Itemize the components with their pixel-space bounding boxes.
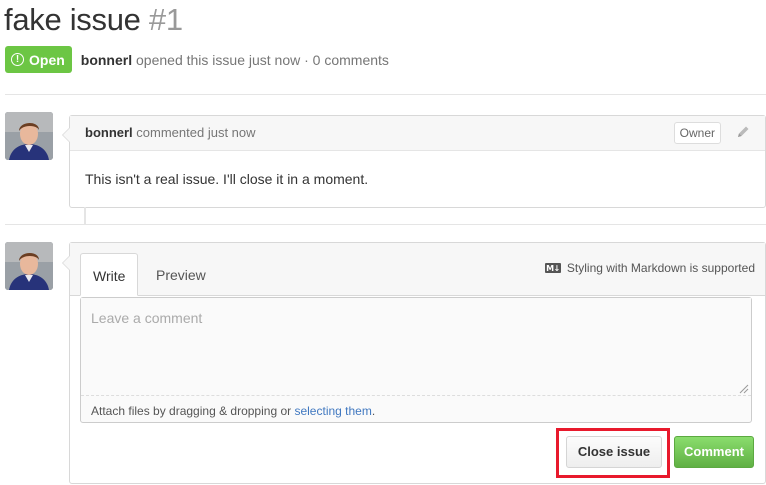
status-label: Open bbox=[29, 51, 65, 68]
highlight-box bbox=[556, 428, 670, 478]
avatar[interactable] bbox=[5, 242, 53, 290]
issue-state-row: ! Open bonnerl opened this issue just no… bbox=[5, 46, 389, 73]
markdown-icon: M↓ bbox=[544, 263, 561, 273]
issue-title-heading: fake issue #1 bbox=[4, 0, 183, 40]
avatar[interactable] bbox=[5, 112, 53, 160]
attach-suffix: . bbox=[371, 404, 376, 418]
avatar-image bbox=[5, 112, 53, 160]
form-tabnav: Write Preview M↓ Styling with Markdown i… bbox=[70, 243, 765, 296]
comment-pointer bbox=[62, 127, 70, 143]
comment-author-link[interactable]: bonnerl bbox=[85, 125, 133, 140]
pencil-icon[interactable] bbox=[735, 124, 751, 140]
issue-meta-text: opened this issue just now · 0 comments bbox=[136, 51, 389, 68]
markdown-note[interactable]: M↓ Styling with Markdown is supported bbox=[544, 261, 755, 275]
timeline-connector bbox=[84, 207, 86, 224]
attach-text: Attach files by dragging & dropping or bbox=[91, 404, 295, 418]
issue-number: #1 bbox=[148, 2, 183, 37]
comment-button[interactable]: Comment bbox=[674, 436, 754, 468]
header-divider bbox=[5, 94, 766, 95]
issue-comment: bonnerl commented just now Owner This is… bbox=[62, 115, 766, 208]
resize-handle-icon[interactable] bbox=[739, 384, 749, 394]
form-pointer bbox=[62, 255, 70, 271]
issue-opened-icon: ! bbox=[11, 53, 24, 66]
owner-badge: Owner bbox=[673, 122, 721, 144]
comment-header: bonnerl commented just now Owner bbox=[70, 116, 765, 151]
attach-files-note: Attach files by dragging & dropping or s… bbox=[91, 404, 375, 418]
status-badge: ! Open bbox=[5, 46, 72, 73]
comment-editor: Leave a comment Attach files by dragging… bbox=[80, 297, 752, 423]
timeline-divider bbox=[5, 224, 766, 225]
avatar-image bbox=[5, 242, 53, 290]
issue-meta: bonnerl opened this issue just now · 0 c… bbox=[81, 52, 389, 68]
markdown-note-text: Styling with Markdown is supported bbox=[566, 261, 755, 275]
tab-preview[interactable]: Preview bbox=[144, 253, 218, 295]
tab-write[interactable]: Write bbox=[80, 253, 139, 296]
select-files-link[interactable]: selecting them bbox=[294, 404, 371, 418]
comment-body: This isn't a real issue. I'll close it i… bbox=[85, 171, 369, 187]
issue-title: fake issue bbox=[4, 2, 141, 37]
comment-textarea[interactable]: Leave a comment bbox=[81, 298, 751, 396]
comment-timestamp: commented just now bbox=[136, 125, 256, 140]
issue-author-link[interactable]: bonnerl bbox=[81, 52, 132, 68]
